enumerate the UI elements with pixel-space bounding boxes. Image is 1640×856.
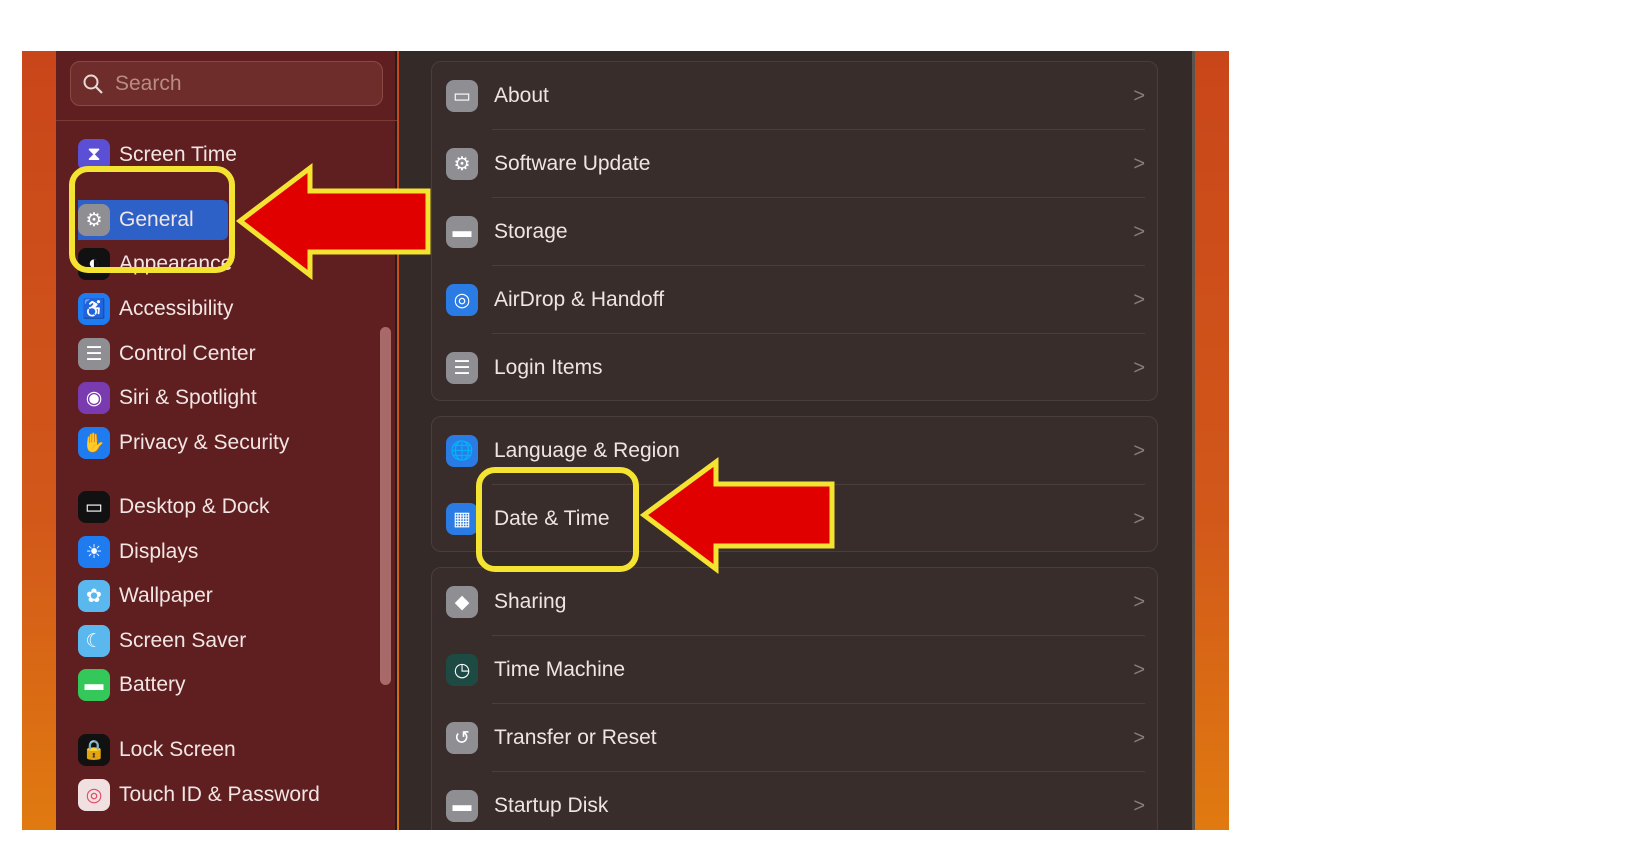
arrow-to-general [235,162,431,281]
highlight-box-date-time [476,467,639,572]
arrow-to-date-time [639,457,835,574]
annotation-overlay [69,162,835,574]
highlight-box-general [69,166,235,273]
